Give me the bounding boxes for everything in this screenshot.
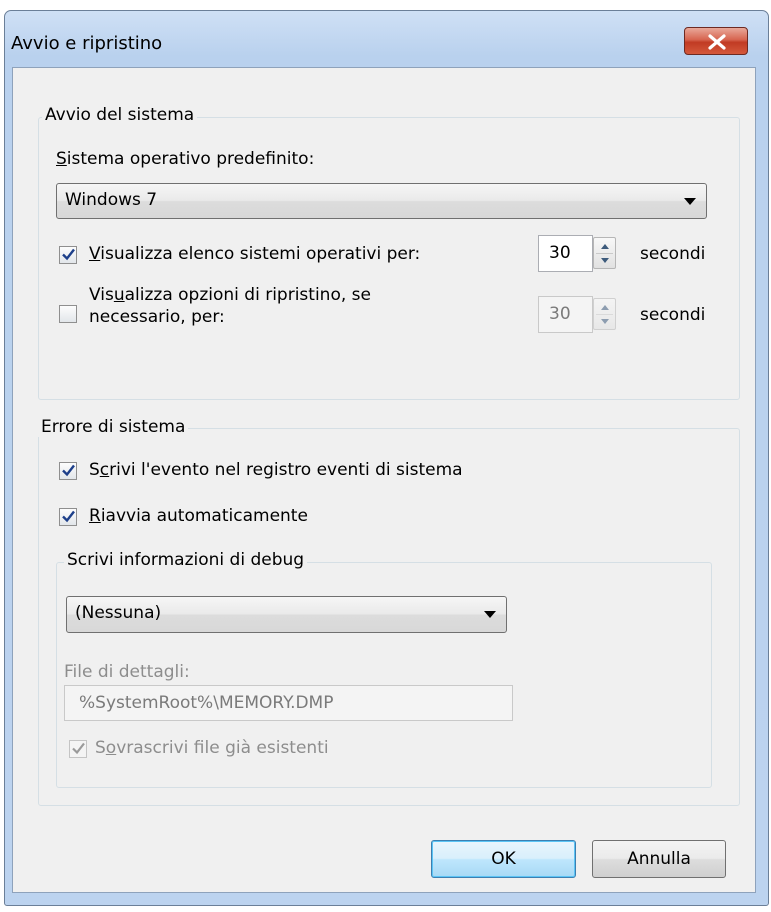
- window-title: Avvio e ripristino: [11, 33, 163, 54]
- auto-restart-label: Riavvia automaticamente: [89, 506, 308, 526]
- close-icon: [708, 34, 726, 50]
- checkmark-icon: [62, 510, 75, 523]
- write-event-checkbox[interactable]: [59, 462, 77, 480]
- spin-down-icon[interactable]: [601, 258, 609, 263]
- show-os-list-checkbox[interactable]: [59, 246, 77, 264]
- show-os-list-unit: secondi: [640, 244, 706, 264]
- ok-button[interactable]: OK: [431, 840, 576, 878]
- spin-up-icon[interactable]: [601, 305, 609, 310]
- checkmark-icon: [62, 248, 75, 261]
- show-recovery-spinner[interactable]: [593, 298, 616, 330]
- dump-file-input[interactable]: %SystemRoot%\MEMORY.DMP: [64, 685, 513, 721]
- startup-group-label: Avvio del sistema: [42, 105, 198, 125]
- write-event-label: Scrivi l'evento nel registro eventi di s…: [89, 460, 463, 480]
- show-recovery-unit: secondi: [640, 305, 706, 325]
- spin-down-icon[interactable]: [601, 319, 609, 324]
- cancel-button[interactable]: Annulla: [592, 840, 726, 878]
- show-os-list-seconds-input[interactable]: 30: [538, 235, 593, 272]
- checkmark-icon: [62, 464, 75, 477]
- default-os-label: Sistema operativo predefinito:: [56, 149, 315, 169]
- show-recovery-label: Visualizza opzioni di ripristino, se nece…: [89, 285, 371, 327]
- show-os-list-spinner[interactable]: [593, 237, 616, 269]
- spin-up-icon[interactable]: [601, 244, 609, 249]
- chevron-down-icon: [484, 611, 496, 618]
- dump-file-label: File di dettagli:: [64, 662, 190, 682]
- auto-restart-checkbox[interactable]: [59, 508, 77, 526]
- debug-info-dropdown[interactable]: (Nessuna): [66, 596, 507, 633]
- checkmark-icon: [72, 742, 85, 755]
- title-bar[interactable]: Avvio e ripristino: [5, 11, 765, 67]
- failure-group-label: Errore di sistema: [38, 417, 189, 437]
- show-os-list-label: Visualizza elenco sistemi operativi per:: [89, 244, 421, 264]
- overwrite-label: Sovrascrivi file già esistenti: [95, 738, 329, 758]
- default-os-dropdown[interactable]: Windows 7: [56, 183, 707, 219]
- overwrite-checkbox[interactable]: [69, 740, 87, 758]
- close-button[interactable]: [684, 27, 748, 55]
- default-os-value: Windows 7: [65, 190, 158, 210]
- debug-info-value: (Nessuna): [75, 603, 162, 623]
- debug-group-label: Scrivi informazioni di debug: [64, 550, 308, 570]
- show-recovery-checkbox[interactable]: [59, 305, 77, 323]
- show-recovery-seconds-input[interactable]: 30: [538, 296, 593, 333]
- chevron-down-icon: [684, 198, 696, 205]
